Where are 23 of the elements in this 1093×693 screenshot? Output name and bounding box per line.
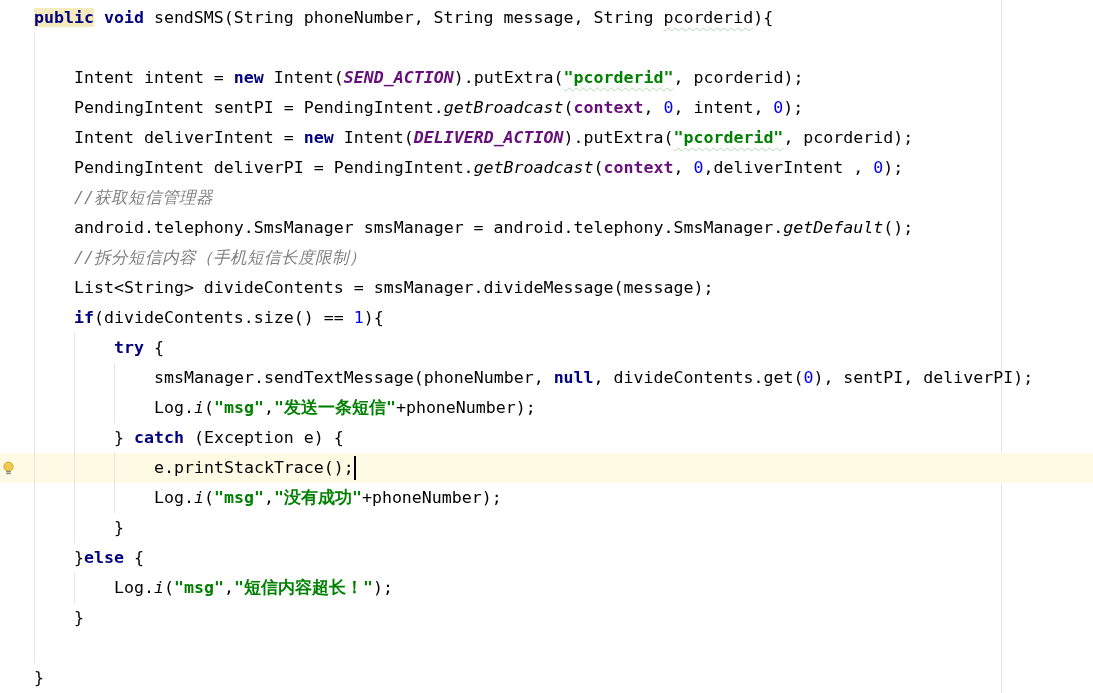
code-line: Intent deliverIntent = new Intent(DELIVERD_ACTION).putExtra("pcorderid", pcorderid); (74, 127, 914, 149)
code-line: List<String> divideContents = smsManager.divideMessage(message); (74, 277, 714, 299)
code-line: smsManager.sendTextMessage(phoneNumber, null, divideContents.get(0), sentPI, deliverPI); (154, 367, 1034, 389)
code-line: android.telephony.SmsManager smsManager = android.telephony.SmsManager.getDefault(); (74, 217, 914, 239)
code-line: try { (114, 337, 164, 359)
code-line: PendingIntent deliverPI = PendingIntent.getBroadcast(context, 0,deliverIntent , 0); (74, 157, 904, 179)
code-line: }else { (74, 547, 144, 569)
code-line: Intent intent = new Intent(SEND_ACTION).putExtra("pcorderid", pcorderid); (74, 67, 804, 89)
code-line: //获取短信管理器 (74, 187, 213, 209)
lightbulb-icon[interactable] (3, 460, 14, 476)
code-line: e.printStackTrace(); (154, 457, 354, 479)
code-line: Log.i("msg","发送一条短信"+phoneNumber); (154, 397, 536, 419)
code-line: //拆分短信内容（手机短信长度限制） (74, 247, 366, 269)
code-line: public void sendSMS(String phoneNumber, String message, String pcorderid){ (34, 7, 774, 29)
code-line: if(divideContents.size() == 1){ (74, 307, 384, 329)
code-line: PendingIntent sentPI = PendingIntent.getBroadcast(context, 0, intent, 0); (74, 97, 804, 119)
code-line: Log.i("msg","短信内容超长！"); (114, 577, 393, 599)
code-line: } catch (Exception e) { (114, 427, 344, 449)
code-line: } (34, 667, 44, 689)
code-line: } (114, 517, 124, 539)
code-line: } (74, 607, 84, 629)
text-cursor (353, 456, 356, 480)
code-line: Log.i("msg","没有成功"+phoneNumber); (154, 487, 502, 509)
